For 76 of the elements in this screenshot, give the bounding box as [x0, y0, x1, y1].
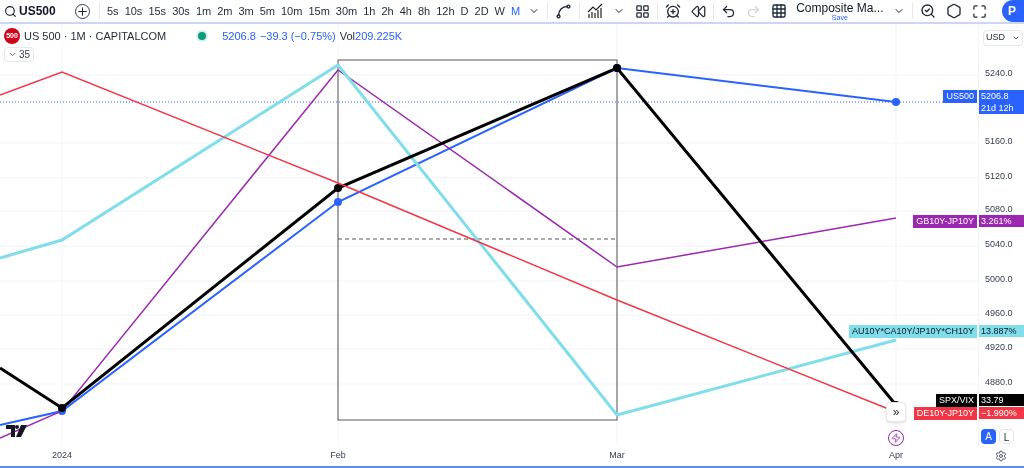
logo-icon — [6, 425, 28, 437]
interval-button[interactable]: D — [457, 0, 472, 22]
line-chart-icon — [555, 2, 573, 20]
search-icon — [4, 4, 17, 18]
interval-button[interactable]: 2D — [471, 0, 492, 22]
interval-button[interactable]: M — [508, 0, 524, 22]
interval-button[interactable]: 30s — [169, 0, 193, 22]
price-change: −39.3 (−0.75%) — [259, 29, 336, 44]
price-tick-label: 5120.0 — [985, 171, 1013, 181]
date-range-rectangle[interactable] — [337, 59, 618, 421]
scale-mode-button[interactable]: A — [981, 429, 996, 444]
series-name-tag: DE10Y-JP10Y — [913, 407, 977, 420]
price-tick-label: 5160.0 — [985, 136, 1013, 146]
series-name-tag: GB10Y-JP10Y — [913, 215, 977, 228]
currency-dropdown[interactable]: USD — [983, 30, 1023, 46]
interval-button[interactable]: 10s — [121, 0, 146, 22]
time-tick-label: 2024 — [52, 449, 72, 462]
series-value: −1.990% — [981, 407, 1018, 419]
symbol-search[interactable]: US500 — [0, 0, 70, 22]
interval-button[interactable]: 10m — [278, 0, 306, 22]
interval-button[interactable]: 4h — [396, 0, 415, 22]
scroll-to-latest-button[interactable]: » — [886, 402, 906, 422]
table-grid-icon — [771, 3, 788, 19]
interval-button[interactable]: 8h — [414, 0, 434, 22]
legend-collapse-button[interactable]: 35 — [4, 46, 35, 62]
interval-button[interactable]: 30m — [332, 0, 361, 22]
symbol-title: US 500 · 1M · CAPITALCOM — [24, 29, 167, 44]
interval-button[interactable]: 12h — [433, 0, 458, 22]
price-value: 5206.8 — [222, 29, 256, 44]
rewind-icon — [691, 3, 707, 19]
layout-name: Composite Ma... — [796, 1, 884, 14]
avatar[interactable]: P — [1002, 0, 1024, 22]
scale-mode-button[interactable]: L — [999, 429, 1014, 444]
volume-label: Vol — [339, 29, 355, 44]
series-name-tag: US500 — [943, 90, 977, 103]
interval-button[interactable]: 15m — [305, 0, 333, 22]
price-tick-label: 5000.0 — [985, 274, 1013, 284]
series-name-tag: SPX/VIX — [936, 394, 977, 407]
data-point — [334, 184, 342, 192]
grid-icon — [635, 3, 651, 19]
interval-button[interactable]: 2m — [214, 0, 236, 22]
settings-icon[interactable] — [995, 450, 1007, 462]
interval-button[interactable]: 3m — [235, 0, 257, 22]
alarm-clock-icon — [665, 3, 682, 19]
chevron-down-icon — [1012, 34, 1020, 42]
data-point — [892, 98, 900, 106]
data-point — [334, 198, 342, 206]
volume-value: 209.225K — [355, 29, 403, 44]
price-tick-label: 5040.0 — [985, 239, 1013, 249]
interval-button[interactable]: 5s — [104, 0, 122, 22]
search-icon — [919, 3, 936, 19]
price-tick-label: 5080.0 — [985, 204, 1013, 214]
interval-button[interactable]: 1m — [192, 0, 215, 22]
interval-button[interactable]: W — [491, 0, 508, 22]
interval-button[interactable]: 15s — [145, 0, 170, 22]
price-tick-label: 4920.0 — [985, 342, 1013, 352]
interval-button[interactable]: 5m — [256, 0, 278, 22]
price-tick-label: 4960.0 — [985, 308, 1013, 318]
time-tick-label: Mar — [609, 449, 625, 462]
price-tick-label: 5240.0 — [985, 68, 1013, 78]
series-name-tag: AU10Y*CA10Y/JP10Y*CH10Y — [848, 325, 977, 338]
series-value: 3.261% — [981, 215, 1013, 227]
fullscreen-icon — [971, 3, 987, 19]
bar-chart-icon — [587, 3, 604, 19]
series-value: 13.887% — [981, 325, 1018, 337]
interval-button[interactable]: 2h — [378, 0, 397, 22]
settings-icon — [945, 3, 962, 19]
undo-icon — [721, 3, 737, 19]
time-tick-label: Apr — [889, 449, 903, 462]
series-value: 33.79 — [981, 394, 1005, 406]
redo-icon — [746, 3, 762, 19]
bar-countdown: 21d 12h — [981, 102, 1015, 114]
price-tick-label: 4880.0 — [985, 377, 1013, 387]
time-tick-label: Feb — [330, 449, 346, 462]
interval-button[interactable]: 1h — [360, 0, 379, 22]
series-value: 5206.8 — [981, 90, 1010, 102]
